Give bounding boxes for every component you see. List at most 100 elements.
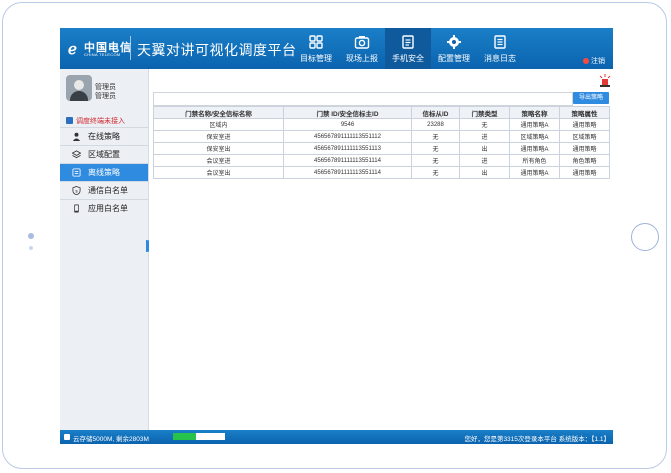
table-cell: 通用策略A <box>509 142 560 155</box>
table-cell: 出 <box>459 142 510 155</box>
warning-text: 调度终端未接入 <box>76 118 125 125</box>
table-cell: 无 <box>411 166 460 179</box>
table-cell: 区域策略A <box>509 130 560 143</box>
nav-phone-security[interactable]: 手机安全 <box>385 28 431 69</box>
offline-icon <box>72 168 81 177</box>
sidebar-item-offline-policy[interactable]: 离线策略 <box>60 163 148 181</box>
gear-icon <box>447 35 461 49</box>
column-header[interactable]: 门禁 ID/安全信标主ID <box>283 106 412 119</box>
sidebar-item-label: 在线策略 <box>88 132 120 141</box>
sidebar-item-online-policy[interactable]: 在线策略 <box>60 127 148 145</box>
table-cell: 456567891111113551112 <box>283 130 412 143</box>
table-row[interactable]: 保安室出 456567891111113551113 无 出 通用策略A 通用策… <box>153 142 610 155</box>
table-cell: 区域内 <box>153 118 284 131</box>
sidebar: 管理员 管理员 调度终端未接入 在线策略 区域配置 离线策略 $ 通信白名单 应… <box>60 69 149 430</box>
logout-button[interactable]: 注销 <box>583 56 605 66</box>
sidebar-item-app-whitelist[interactable]: 应用白名单 <box>60 199 148 217</box>
header-bar: ℯ 中国电信 CHINA TELECOM 天翼对讲可视化调度平台 目标管理 现场… <box>60 28 613 69</box>
table-cell: 456567891111113551113 <box>283 142 412 155</box>
storage-icon <box>64 434 70 440</box>
app-screen: ℯ 中国电信 CHINA TELECOM 天翼对讲可视化调度平台 目标管理 现场… <box>60 28 613 444</box>
sidebar-item-label: 应用白名单 <box>88 204 128 213</box>
table-cell: 保安室出 <box>153 142 284 155</box>
logout-label: 注销 <box>591 58 605 65</box>
sensor-dot <box>29 246 33 250</box>
export-policy-button[interactable]: 导出策略 <box>573 92 609 104</box>
nav-target-management[interactable]: 目标管理 <box>293 28 339 69</box>
nav-label: 目标管理 <box>300 54 332 63</box>
sidebar-item-label: 区域配置 <box>88 150 120 159</box>
camera-dot <box>28 233 34 239</box>
table-cell: 所有角色 <box>509 154 560 167</box>
dispatch-warning: 调度终端未接入 <box>66 116 148 126</box>
column-header[interactable]: 策略属性 <box>559 106 610 119</box>
sidebar-item-comm-whitelist[interactable]: $ 通信白名单 <box>60 181 148 199</box>
table-cell: 通用策略 <box>559 166 610 179</box>
svg-text:$: $ <box>75 188 78 193</box>
table-cell: 456567891111113551114 <box>283 166 412 179</box>
search-input[interactable] <box>153 92 573 106</box>
table-cell: 无 <box>411 130 460 143</box>
table-cell: 角色策略 <box>559 154 610 167</box>
table-cell: 保安室进 <box>153 130 284 143</box>
home-button[interactable] <box>631 223 659 251</box>
nav-label: 现场上报 <box>346 54 378 63</box>
logo-text-en: CHINA TELECOM <box>84 52 121 57</box>
alarm-icon[interactable] <box>599 74 611 88</box>
nav-label: 手机安全 <box>392 54 424 63</box>
app-title: 天翼对讲可视化调度平台 <box>137 42 297 58</box>
table-cell: 进 <box>459 154 510 167</box>
layers-icon <box>72 150 81 159</box>
table-cell: 出 <box>459 166 510 179</box>
column-header[interactable]: 策略名称 <box>509 106 560 119</box>
nav-message-log[interactable]: 消息日志 <box>477 28 523 69</box>
column-header[interactable]: 门禁类型 <box>459 106 510 119</box>
table-cell: 无 <box>411 154 460 167</box>
table-cell: 无 <box>411 142 460 155</box>
table-row[interactable]: 会议室进 456567891111113551114 无 进 所有角色 角色策略 <box>153 154 610 167</box>
sidebar-item-label: 通信白名单 <box>88 186 128 195</box>
storage-text: 云存储5000M, 剩余2803M <box>73 436 149 443</box>
table-row[interactable]: 区域内 9546 23288 无 通用策略A 通用策略 <box>153 118 610 131</box>
table-cell: 通用策略 <box>559 118 610 131</box>
nav-label: 消息日志 <box>484 54 516 63</box>
welcome-text: 您好，您是第3315次登录本平台 系统版本：【1.1】 <box>464 436 610 443</box>
table-row[interactable]: 会议室出 456567891111113551114 无 出 通用策略A 通用策… <box>153 166 610 179</box>
shield-icon: $ <box>72 186 81 195</box>
clipboard-icon <box>402 35 414 49</box>
table-cell: 456567891111113551114 <box>283 154 412 167</box>
logo-divider <box>130 36 131 60</box>
column-header[interactable]: 门禁名称/安全信标名称 <box>153 106 284 119</box>
table-cell: 会议室进 <box>153 154 284 167</box>
terminal-icon <box>66 117 73 124</box>
sidebar-item-area-config[interactable]: 区域配置 <box>60 145 148 163</box>
power-icon <box>583 58 589 64</box>
sidebar-item-label: 离线策略 <box>88 168 120 177</box>
table-cell: 会议室出 <box>153 166 284 179</box>
camera-icon <box>354 36 370 49</box>
main-content: 导出策略 门禁名称/安全信标名称 门禁 ID/安全信标主ID 信标从ID 门禁类… <box>149 69 613 430</box>
china-telecom-logo: ℯ 中国电信 CHINA TELECOM <box>68 38 136 60</box>
table-cell: 通用策略A <box>509 118 560 131</box>
sidebar-menu: 在线策略 区域配置 离线策略 $ 通信白名单 应用白名单 <box>60 127 148 217</box>
table-cell: 区域策略 <box>559 130 610 143</box>
table-cell: 9546 <box>283 118 412 131</box>
person-icon <box>72 132 81 141</box>
storage-progress-bar <box>173 433 225 440</box>
nav-config-management[interactable]: 配置管理 <box>431 28 477 69</box>
nav-label: 配置管理 <box>438 54 470 63</box>
user-role: 管理员 <box>95 93 116 100</box>
nav-field-report[interactable]: 现场上报 <box>339 28 385 69</box>
table-cell: 进 <box>459 130 510 143</box>
phone-icon <box>74 204 79 213</box>
table-cell: 通用策略 <box>559 142 610 155</box>
table-row[interactable]: 保安室进 456567891111113551112 无 进 区域策略A 区域策… <box>153 130 610 143</box>
status-bar: 云存储5000M, 剩余2803M 您好，您是第3315次登录本平台 系统版本：… <box>60 430 613 444</box>
telecom-logo-icon: ℯ <box>68 41 77 58</box>
avatar-body <box>70 91 88 101</box>
storage-progress-fill <box>173 433 196 440</box>
avatar <box>66 75 92 101</box>
list-icon <box>494 35 506 49</box>
column-header[interactable]: 信标从ID <box>411 106 460 119</box>
table-cell: 23288 <box>411 118 460 131</box>
